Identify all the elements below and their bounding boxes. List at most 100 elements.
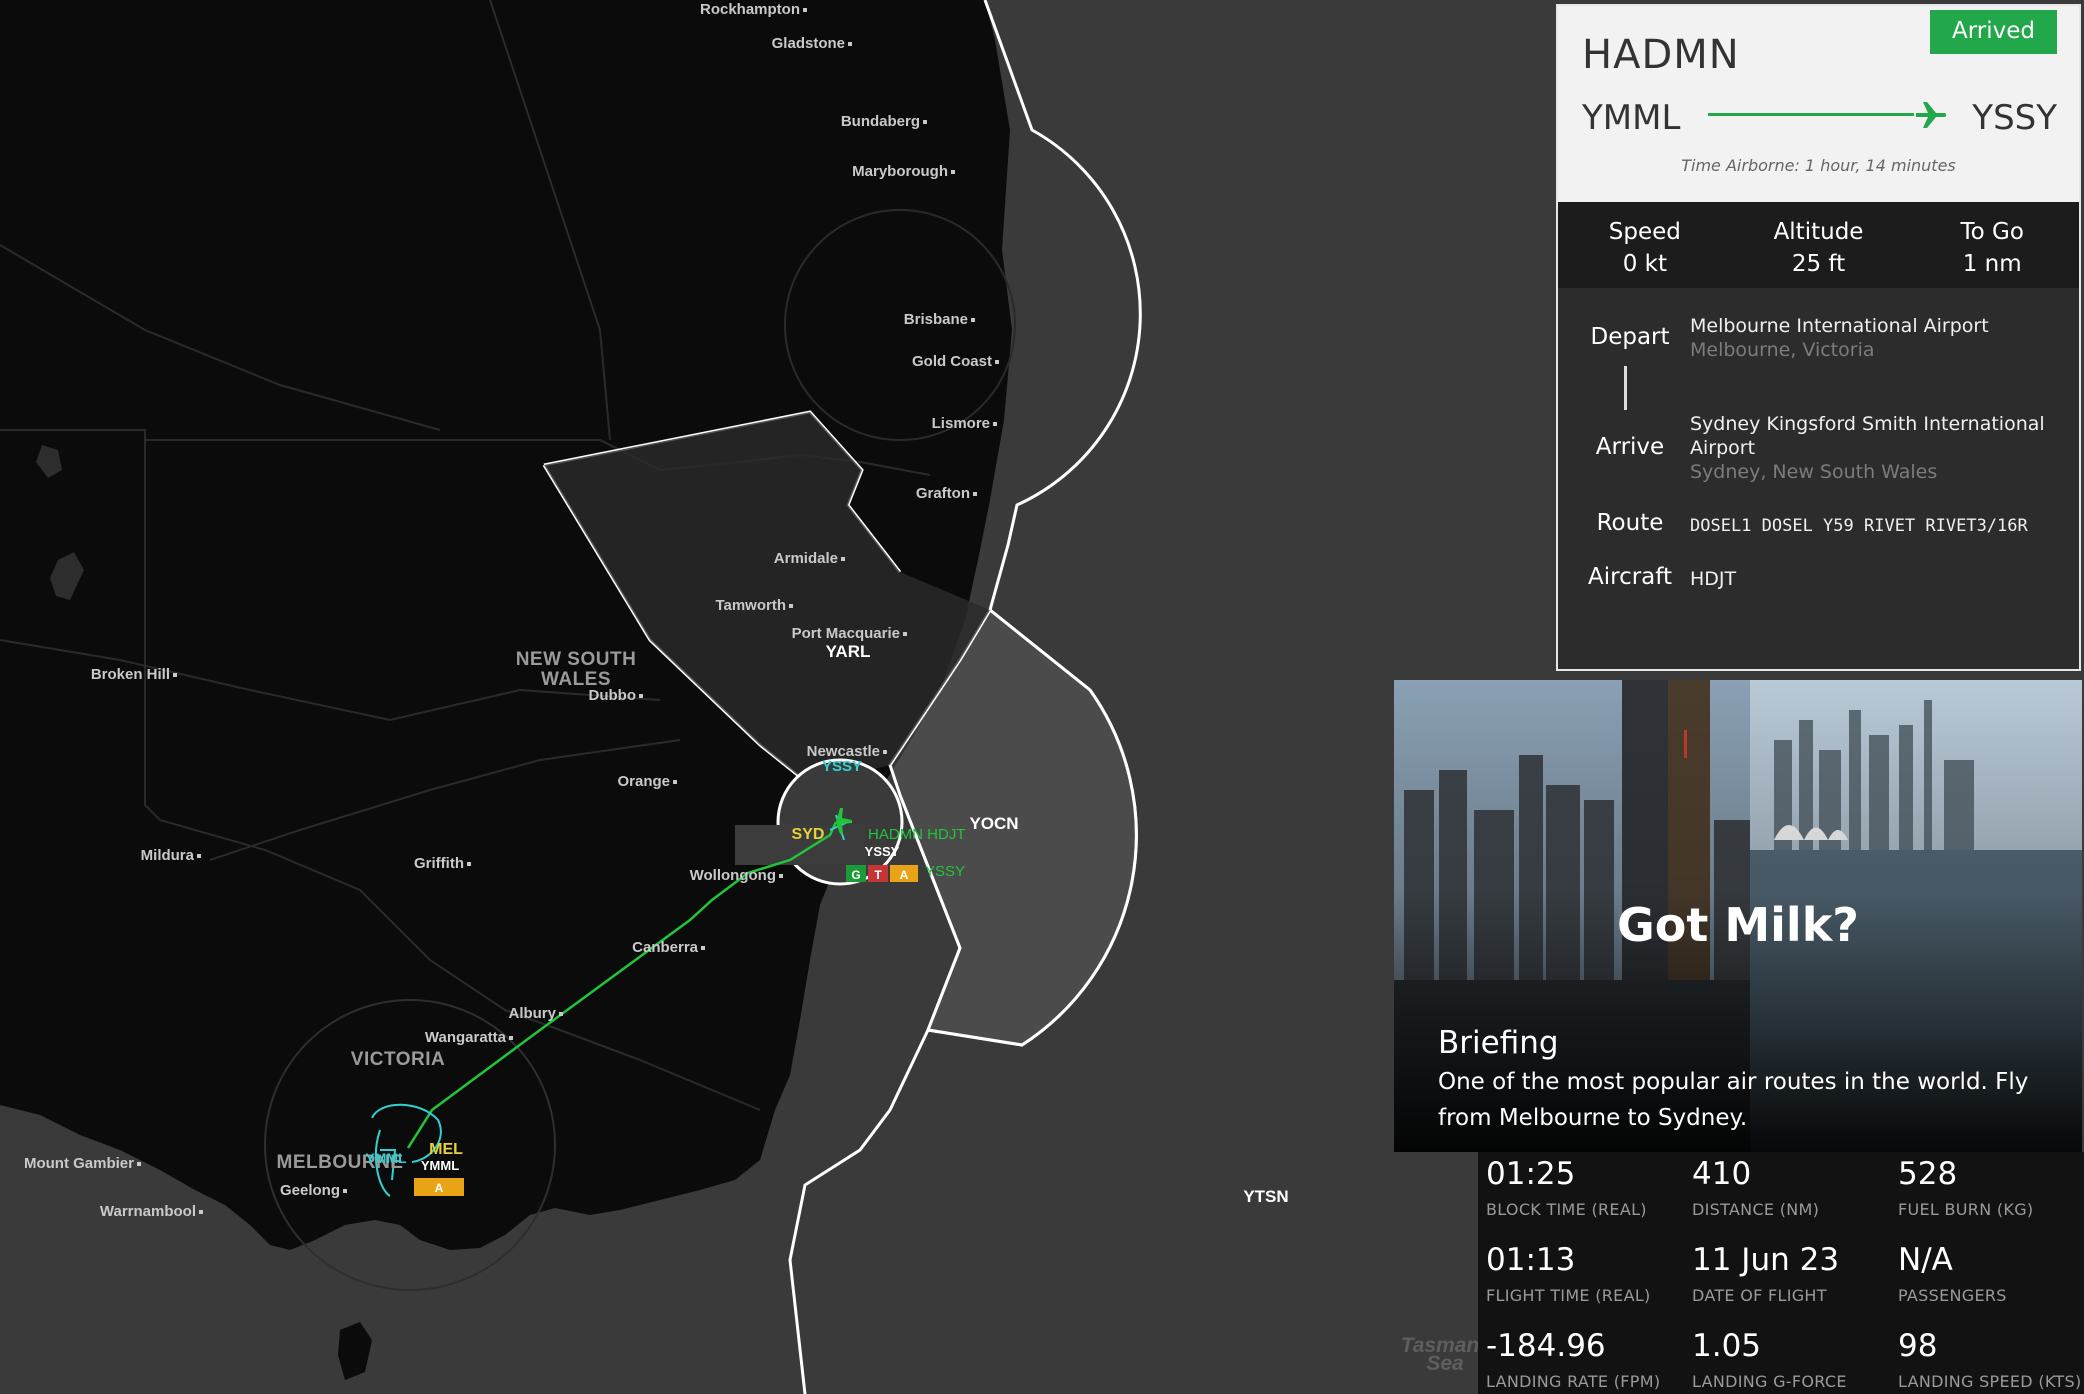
city-dot xyxy=(197,854,201,858)
stat-value: 1 nm xyxy=(1962,251,2022,277)
route-connector xyxy=(1624,366,1627,410)
origin-badge: A xyxy=(435,1181,444,1195)
sector-label-yocn: YOCN xyxy=(969,814,1018,833)
summary-value: 528 xyxy=(1898,1156,1958,1192)
destination-code: YSSY xyxy=(1972,98,2057,138)
summary-distance: 410 DISTANCE (NM) xyxy=(1692,1156,1898,1219)
summary-value: 1.05 xyxy=(1692,1328,1762,1364)
city-label: Gladstone xyxy=(772,35,845,52)
city-label: Tamworth xyxy=(715,597,786,614)
depart-airport-name: Melbourne International Airport xyxy=(1690,315,1989,337)
city-label: Bundaberg xyxy=(841,113,920,130)
city-dot xyxy=(137,1162,141,1166)
city-dot xyxy=(923,120,927,124)
route-value: DOSEL1 DOSEL Y59 RIVET RIVET3/16R xyxy=(1690,516,2028,536)
summary-landing-speed: 98 LANDING SPEED (KTS) xyxy=(1898,1328,2084,1391)
city-dot xyxy=(673,780,677,784)
summary-label: BLOCK TIME (REAL) xyxy=(1486,1200,1647,1219)
city-label: Brisbane xyxy=(904,311,968,328)
depart-label: Depart xyxy=(1590,324,1670,350)
airport-label-ymml[interactable]: YMML xyxy=(365,1150,407,1166)
stat-label: Altitude xyxy=(1773,219,1864,245)
city-dot xyxy=(559,1012,563,1016)
city-dot xyxy=(639,694,643,698)
summary-flight-time: 01:13 FLIGHT TIME (REAL) xyxy=(1486,1242,1692,1305)
city-dot xyxy=(199,1210,203,1214)
speed-stat: Speed 0 kt xyxy=(1558,202,1732,288)
altitude-stat: Altitude 25 ft xyxy=(1732,202,1906,288)
city-label: Wollongong xyxy=(690,867,776,884)
city-dot xyxy=(903,632,907,636)
summary-value: -184.96 xyxy=(1486,1328,1606,1364)
time-airborne: Time Airborne: 1 hour, 14 minutes xyxy=(1681,156,1956,175)
summary-label: DISTANCE (NM) xyxy=(1692,1200,1820,1219)
city-label: Griffith xyxy=(414,855,464,872)
city-label: Warrnambool xyxy=(100,1203,196,1220)
city-dot xyxy=(841,557,845,561)
city-label: Mount Gambier xyxy=(24,1155,134,1172)
airport-label-yssy[interactable]: YSSY xyxy=(822,758,862,775)
city-dot xyxy=(509,1036,513,1040)
city-label: Grafton xyxy=(916,485,970,502)
route-label: Route xyxy=(1596,510,1664,536)
city-label: Armidale xyxy=(774,550,838,567)
live-stats: Speed 0 kt Altitude 25 ft To Go 1 nm xyxy=(1558,202,2079,288)
summary-g-force: 1.05 LANDING G-FORCE xyxy=(1692,1328,1898,1391)
aircraft-label: Aircraft xyxy=(1588,564,1672,590)
briefing-heading: Briefing xyxy=(1438,1025,1559,1061)
airport-label-ymml-small: YMML xyxy=(421,1158,459,1173)
flight-header: HADMN Arrived YMML YSSY Time Airborne: 1… xyxy=(1558,6,2079,202)
summary-fuel-burn: 528 FUEL BURN (KG) xyxy=(1898,1156,2084,1219)
summary-value: N/A xyxy=(1898,1242,1953,1278)
arrive-airport-name: Sydney Kingsford Smith International Air… xyxy=(1690,413,2045,459)
city-dot xyxy=(993,422,997,426)
summary-label: LANDING G-FORCE xyxy=(1692,1372,1847,1391)
stat-label: Speed xyxy=(1608,219,1681,245)
city-dot xyxy=(951,170,955,174)
city-dot xyxy=(973,492,977,496)
city-dot xyxy=(789,604,793,608)
summary-value: 11 Jun 23 xyxy=(1692,1242,1840,1278)
airport-label-mel[interactable]: MEL xyxy=(429,1141,463,1158)
city-label: Albury xyxy=(508,1005,556,1022)
city-dot xyxy=(343,1189,347,1193)
city-label: Rockhampton xyxy=(700,1,800,18)
city-dot xyxy=(701,946,705,950)
arrive-label: Arrive xyxy=(1595,434,1665,460)
airport-label-yssy-small: YSSY xyxy=(865,844,900,859)
city-label: Gold Coast xyxy=(912,353,992,370)
runway-badge-t: T xyxy=(874,868,882,882)
summary-value: 410 xyxy=(1692,1156,1752,1192)
runway-badge-a: A xyxy=(900,868,909,882)
stat-value: 0 kt xyxy=(1622,251,1667,277)
region-label-wales: WALES xyxy=(541,669,611,690)
summary-label: DATE OF FLIGHT xyxy=(1692,1286,1827,1305)
sector-label-yarl: YARL xyxy=(826,642,871,661)
briefing-panel: Got Milk? Briefing One of the most popul… xyxy=(1394,680,2082,1152)
flight-summary: 01:25 BLOCK TIME (REAL) 410 DISTANCE (NM… xyxy=(1478,1152,2084,1394)
city-label: Maryborough xyxy=(852,163,948,180)
city-label: Wangaratta xyxy=(425,1029,507,1046)
city-label: Orange xyxy=(617,773,670,790)
sector-label-ytsn: YTSN xyxy=(1243,1187,1288,1206)
city-label: Geelong xyxy=(280,1182,340,1199)
city-dot xyxy=(883,750,887,754)
summary-label: LANDING RATE (FPM) xyxy=(1486,1372,1661,1391)
city-label: Broken Hill xyxy=(91,666,170,683)
aircraft-value: HDJT xyxy=(1690,568,1737,590)
summary-label: LANDING SPEED (KTS) xyxy=(1898,1372,2082,1391)
aircraft-destination-tag: YSSY xyxy=(925,863,965,880)
summary-passengers: N/A PASSENGERS xyxy=(1898,1242,2084,1305)
aircraft-label[interactable]: HADMN HDJT xyxy=(868,826,966,843)
city-dot xyxy=(779,874,783,878)
to-go-stat: To Go 1 nm xyxy=(1905,202,2079,288)
airport-label-syd[interactable]: SYD xyxy=(792,826,825,843)
city-dot xyxy=(995,360,999,364)
city-dot xyxy=(467,862,471,866)
region-label-nsw: NEW SOUTH xyxy=(516,649,637,670)
stat-label: To Go xyxy=(1960,219,2024,245)
summary-value: 98 xyxy=(1898,1328,1938,1364)
city-dot xyxy=(848,42,852,46)
city-label: Mildura xyxy=(141,847,195,864)
summary-label: FLIGHT TIME (REAL) xyxy=(1486,1286,1651,1305)
